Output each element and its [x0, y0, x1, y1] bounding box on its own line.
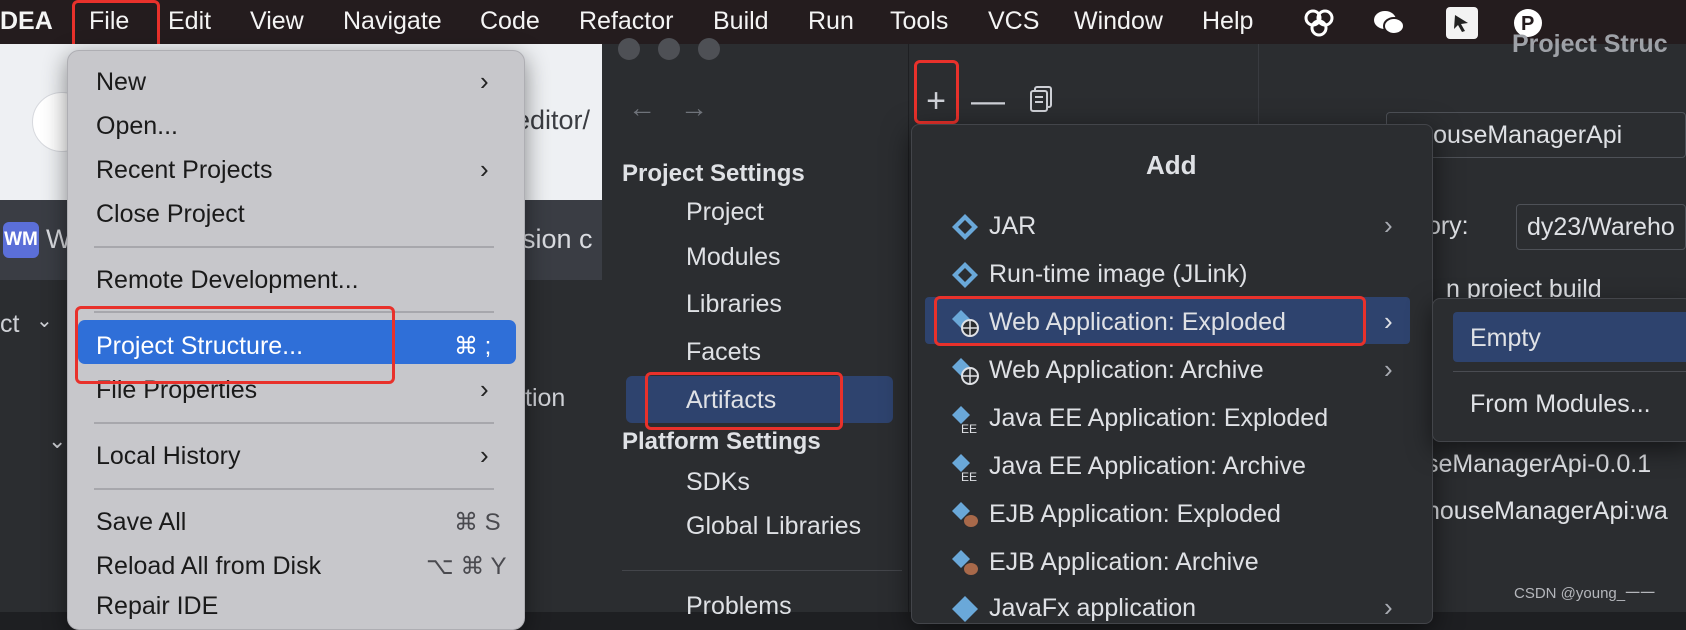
highlight-web-exploded	[934, 296, 1366, 346]
menu-tools[interactable]: Tools	[890, 0, 948, 44]
ejb-exploded-icon	[950, 500, 980, 530]
artifact-output-row[interactable]: houseManagerApi:wa	[1426, 497, 1668, 526]
add-item-javaee-exploded[interactable]: Java EE Application: Exploded	[989, 404, 1328, 433]
menu-build[interactable]: Build	[713, 0, 769, 44]
menu-item-local-history[interactable]: Local History	[96, 442, 241, 471]
menu-item-open[interactable]: Open...	[96, 112, 178, 141]
ide-text-fragment: tion	[525, 384, 566, 412]
submenu-item-empty[interactable]: Empty	[1470, 324, 1541, 353]
chevron-right-icon: ›	[1384, 354, 1393, 384]
menu-navigate[interactable]: Navigate	[343, 0, 442, 44]
shortcut-reload-all: ⌥ ⌘ Y	[426, 553, 507, 580]
menu-separator	[94, 246, 494, 248]
jar-icon	[950, 212, 980, 242]
menu-item-reload-all[interactable]: Reload All from Disk	[96, 552, 321, 581]
add-item-ejb-exploded[interactable]: EJB Application: Exploded	[989, 500, 1281, 529]
chevron-right-icon: ›	[480, 66, 489, 96]
dialog-title: Project Struc	[1512, 30, 1668, 58]
chevron-right-icon: ›	[480, 374, 489, 404]
sidebar-divider	[622, 570, 902, 571]
menu-separator	[94, 488, 494, 490]
menu-vcs[interactable]: VCS	[988, 0, 1039, 44]
chevron-right-icon: ›	[1384, 592, 1393, 622]
window-close-button[interactable]	[618, 38, 640, 60]
add-item-javaee-archive[interactable]: Java EE Application: Archive	[989, 452, 1306, 481]
project-settings-header: Project Settings	[622, 160, 805, 187]
shortcut-save-all: ⌘ S	[454, 509, 501, 536]
platform-settings-header: Platform Settings	[622, 428, 821, 455]
add-popup-title: Add	[1146, 150, 1197, 180]
svg-text:EE: EE	[961, 470, 977, 482]
copy-artifact-button[interactable]	[1024, 84, 1060, 120]
sidebar-item-libraries[interactable]: Libraries	[686, 290, 782, 319]
chevron-down-icon[interactable]: ⌄	[36, 308, 53, 333]
ide-panel-title[interactable]: ct	[0, 310, 19, 339]
add-item-jar[interactable]: JAR	[989, 212, 1036, 241]
sidebar-item-modules[interactable]: Modules	[686, 243, 781, 272]
jlink-icon	[950, 260, 980, 290]
add-item-web-archive[interactable]: Web Application: Archive	[989, 356, 1264, 385]
javaee-archive-icon: EE	[950, 452, 980, 484]
add-item-ejb-archive[interactable]: EJB Application: Archive	[989, 548, 1259, 577]
output-directory-field[interactable]: dy23/Wareho	[1516, 204, 1686, 250]
sidebar-item-project[interactable]: Project	[686, 198, 764, 227]
add-item-javafx[interactable]: JavaFx application	[989, 594, 1196, 623]
forward-arrow-icon[interactable]: →	[680, 92, 708, 124]
menu-run[interactable]: Run	[808, 0, 854, 44]
sidebar-item-global-libraries[interactable]: Global Libraries	[686, 512, 861, 541]
menu-item-repair-ide[interactable]: Repair IDE	[96, 592, 218, 621]
javafx-icon	[950, 594, 980, 624]
web-archive-icon	[950, 356, 980, 386]
screenshot-icon[interactable]	[1446, 7, 1478, 39]
back-arrow-icon[interactable]: ←	[628, 92, 656, 124]
remove-artifact-button[interactable]: —	[970, 84, 1006, 120]
csdn-watermark: CSDN @young_一一	[1514, 585, 1656, 602]
svg-text:EE: EE	[961, 422, 977, 434]
menu-separator	[94, 422, 494, 424]
menu-item-save-all[interactable]: Save All	[96, 508, 186, 537]
submenu-item-from-modules[interactable]: From Modules...	[1470, 390, 1651, 419]
window-minimize-button[interactable]	[658, 38, 680, 60]
chevron-right-icon: ›	[480, 440, 489, 470]
tree-chevron-icon[interactable]: ⌄	[48, 428, 66, 454]
highlight-add-button	[914, 60, 959, 124]
copilot-icon[interactable]	[1302, 7, 1334, 39]
menu-item-remote-development[interactable]: Remote Development...	[96, 266, 359, 295]
tab-title-end[interactable]: sion c	[522, 224, 593, 255]
javaee-exploded-icon: EE	[950, 404, 980, 436]
menu-item-new[interactable]: New	[96, 68, 146, 97]
menu-item-close-project[interactable]: Close Project	[96, 200, 245, 229]
highlight-project-structure	[75, 306, 395, 384]
add-item-jlink[interactable]: Run-time image (JLink)	[989, 260, 1247, 289]
sidebar-item-facets[interactable]: Facets	[686, 338, 761, 367]
chevron-right-icon: ›	[480, 154, 489, 184]
sidebar-item-problems[interactable]: Problems	[686, 592, 792, 621]
chevron-right-icon: ›	[1384, 210, 1393, 240]
chevron-right-icon: ›	[1384, 306, 1393, 336]
submenu-separator	[1453, 371, 1686, 372]
browser-url-fragment[interactable]: editor/	[515, 105, 590, 136]
menu-window[interactable]: Window	[1074, 0, 1163, 44]
wm-tab-icon: WM	[3, 222, 39, 258]
menu-item-recent-projects[interactable]: Recent Projects	[96, 156, 272, 185]
menu-code[interactable]: Code	[480, 0, 540, 44]
wechat-icon[interactable]	[1372, 7, 1405, 39]
menu-view[interactable]: View	[250, 0, 304, 44]
sidebar-item-sdks[interactable]: SDKs	[686, 468, 750, 497]
artifact-output-row[interactable]: seManagerApi-0.0.1	[1426, 450, 1651, 479]
app-name[interactable]: DEA	[0, 0, 53, 44]
shortcut-project-structure: ⌘ ;	[454, 333, 492, 360]
window-zoom-button[interactable]	[698, 38, 720, 60]
menu-edit[interactable]: Edit	[168, 0, 211, 44]
ejb-archive-icon	[950, 548, 980, 578]
highlight-artifacts	[645, 372, 843, 430]
menu-help[interactable]: Help	[1202, 0, 1253, 44]
macos-menubar: DEA File Edit View Navigate Code Refacto…	[0, 0, 1686, 44]
